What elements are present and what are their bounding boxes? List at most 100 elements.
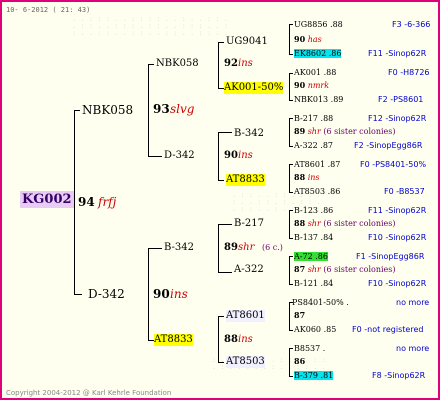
gen4-origin: F11 -Sinop62R	[368, 49, 427, 58]
gen3-score-row: 88 shr (6 sister colonies)	[294, 218, 396, 228]
gen4-row: A-322 .87	[294, 141, 334, 150]
gen3-score-row: 89 shr (6 sister colonies)	[294, 126, 396, 136]
root-node: KG002	[20, 191, 74, 208]
connector	[289, 73, 290, 100]
connector	[218, 180, 224, 181]
gen1-mother-id: D-342	[88, 287, 125, 301]
connector	[289, 348, 290, 376]
gen4-origin: no more	[396, 298, 430, 307]
gen4-row: PS8401-50% .	[292, 298, 349, 307]
gen3-node-id: AT8833	[226, 174, 265, 186]
connector	[148, 64, 149, 156]
gen2-node-note: ins	[238, 150, 253, 161]
gen4-row: UG8856 .88	[294, 20, 343, 29]
connector	[74, 110, 75, 294]
connector	[289, 376, 293, 377]
gen2-node-id: D-342	[164, 150, 195, 161]
gen3-score-row: 88 ins	[294, 172, 320, 182]
gen4-origin: F10 -Sinop62R	[368, 233, 427, 242]
gen4-row: B-137 .84	[294, 233, 334, 242]
gen4-origin: F11 -Sinop62R	[368, 206, 427, 215]
connector	[148, 248, 162, 249]
root-score: 94	[78, 195, 95, 209]
gen2-node-note: ins	[238, 334, 253, 345]
connector	[289, 24, 293, 25]
gen4-origin: F10 -Sinop62R	[368, 279, 427, 288]
connector	[74, 110, 80, 111]
gen2-node-score: 88	[224, 334, 238, 345]
connector	[218, 224, 232, 225]
gen2-node-score: 89	[224, 242, 238, 253]
gen3-score-row: 90 nmrk	[294, 80, 330, 90]
gen2-node-id: NBK058	[156, 58, 199, 69]
connector	[289, 146, 293, 147]
gen2-node-score: 92	[224, 58, 238, 69]
gen2-node-note: shr	[238, 242, 255, 253]
connector	[218, 42, 219, 88]
connector	[148, 156, 162, 157]
gen1-father-score: 93	[153, 102, 170, 116]
gen3-node-id: AT8601	[226, 310, 265, 322]
gen4-origin: F0 -PS8401-50%	[360, 160, 427, 169]
footer-copyright: Copyright 2004-2012 @ Karl Kehrle Founda…	[6, 389, 172, 397]
connector	[289, 100, 293, 101]
connector	[218, 224, 219, 272]
gen4-row: B-217 .88	[294, 114, 334, 123]
connector	[148, 64, 154, 65]
root-note: frfj	[98, 195, 117, 209]
gen4-row: NBK013 .89	[294, 95, 344, 104]
connector	[218, 132, 232, 133]
gen4-row: AK060 .85	[294, 325, 337, 334]
connector	[218, 132, 219, 180]
root-id: KG002	[20, 191, 74, 208]
connector	[289, 164, 290, 192]
connector	[289, 210, 290, 238]
connector	[289, 24, 290, 54]
gen1-father-note: slvg	[170, 102, 195, 116]
gen3-node-id: AK001-50%	[224, 82, 284, 94]
connector	[289, 73, 293, 74]
connector	[148, 248, 149, 340]
pedigree-chart: . . : : : . . : : : : . . : . . : : . . …	[0, 0, 440, 400]
gen4-origin: F2 -SinopEgg86R	[354, 141, 423, 150]
connector	[218, 272, 232, 273]
gen4-origin: F2 -PS8601	[378, 95, 424, 104]
gen2-node-score: 90	[224, 150, 238, 161]
connector	[289, 192, 293, 193]
connector	[218, 316, 224, 317]
connector	[218, 42, 224, 43]
gen4-origin: F0 -not registered	[352, 325, 424, 334]
gen3-node-id: B-342	[234, 128, 264, 139]
gen3-score-row: 90 has	[294, 34, 322, 44]
gen4-origin: no more	[396, 344, 430, 353]
gen4-row: A-72 .86	[294, 252, 328, 261]
gen4-origin: F1 -SinopEgg86R	[356, 252, 425, 261]
connector	[289, 118, 293, 119]
connector	[289, 330, 293, 331]
connector	[289, 210, 293, 211]
gen4-origin: F12 -Sinop62R	[368, 114, 427, 123]
gen2-node-extra: (6 c.)	[262, 243, 283, 252]
gen1-mother-note: ins	[170, 287, 188, 301]
connector	[218, 316, 219, 362]
connector	[289, 284, 293, 285]
gen3-score-row: 86	[294, 356, 306, 366]
connector	[289, 348, 293, 349]
gen4-row: B-379 .81	[294, 371, 334, 380]
connector	[289, 256, 290, 284]
gen4-row: B-121 .84	[294, 279, 334, 288]
gen2-node-id: B-342	[164, 242, 194, 253]
connector	[289, 118, 290, 146]
gen3-score-row: 87 shr (6 sister colonies)	[294, 264, 396, 274]
gen3-node-id: A-322	[234, 264, 264, 275]
gen4-origin: F8 -Sinop62R	[372, 371, 426, 380]
connector	[289, 256, 293, 257]
gen3-node-id: AT8503	[226, 356, 265, 368]
gen4-row: AK001 .88	[294, 68, 337, 77]
header-date: 10- 6-2012 ( 21: 43)	[6, 6, 91, 14]
connector	[289, 302, 290, 330]
connector	[289, 238, 293, 239]
gen3-score-row: 87	[294, 310, 306, 320]
gen4-origin: F0 -B8537	[384, 187, 425, 196]
gen4-row: B8537 .	[294, 344, 326, 353]
